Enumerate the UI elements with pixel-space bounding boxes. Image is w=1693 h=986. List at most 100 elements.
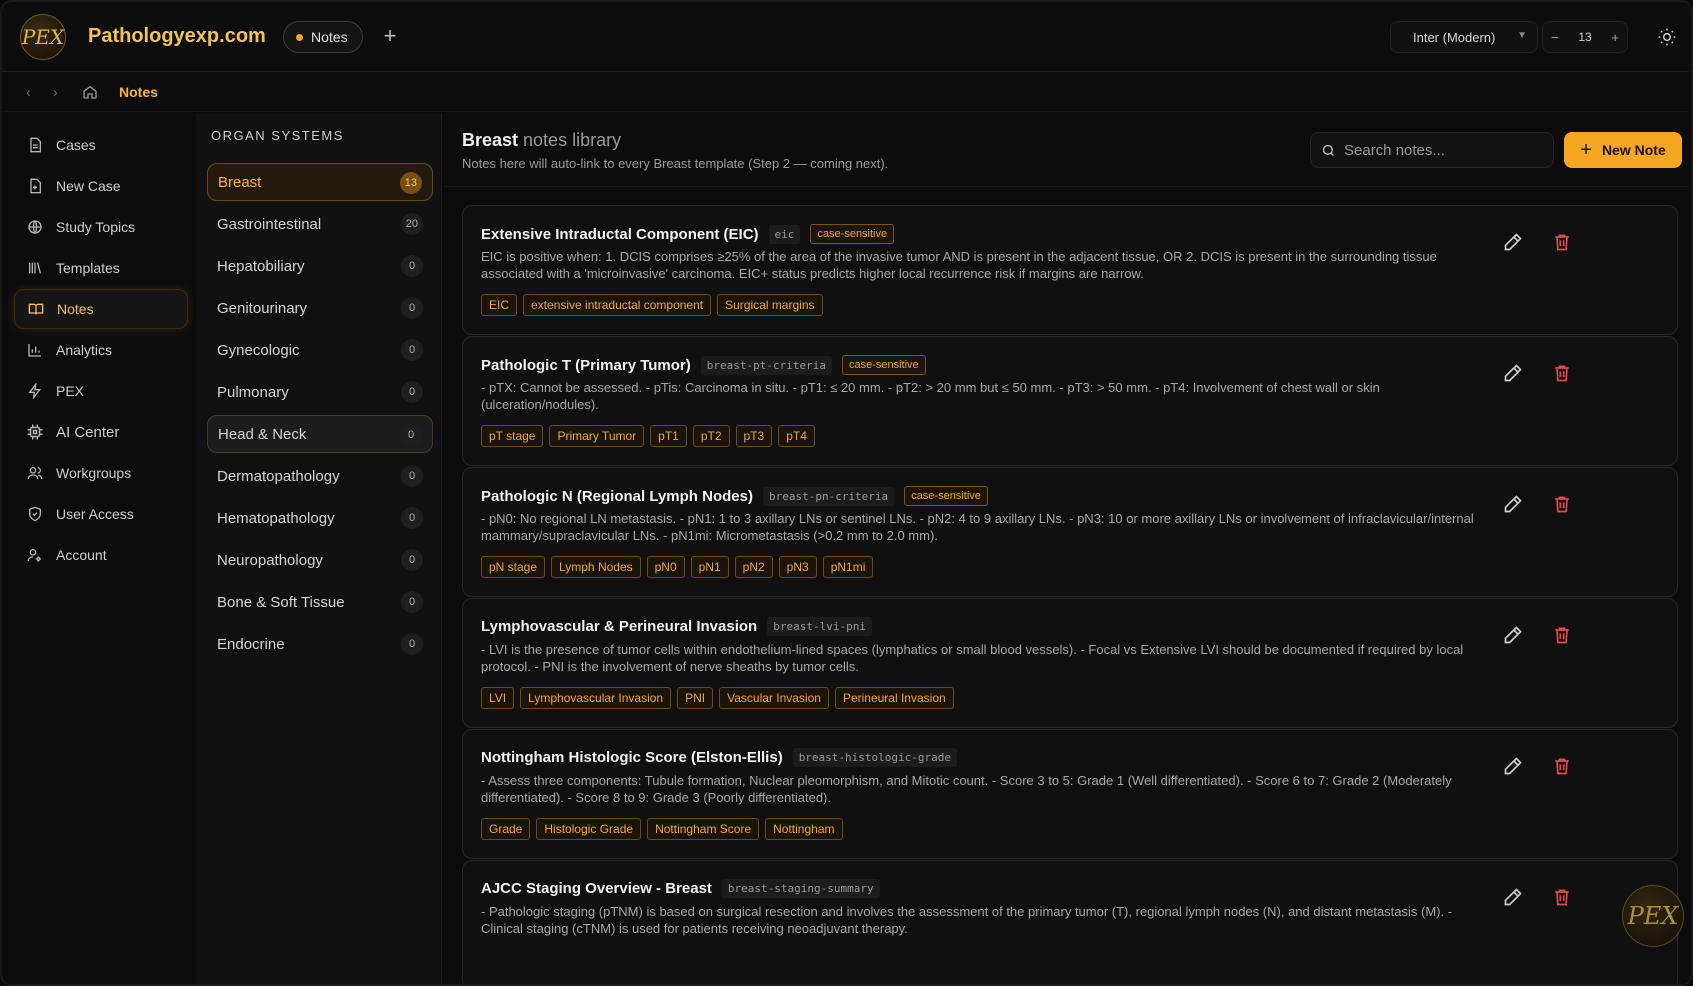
organ-item-breast[interactable]: Breast 13 <box>207 163 433 201</box>
tag[interactable]: Grade <box>481 818 531 840</box>
note-slug: breast-lvi-pni <box>767 617 872 636</box>
notes-main-panel: Breast notes library Notes here will aut… <box>443 113 1691 984</box>
bar-chart-icon <box>26 341 44 359</box>
sidebar-item-pex[interactable]: PEX <box>14 371 188 411</box>
note-card[interactable]: Extensive Intraductal Component (EIC) ei… <box>462 205 1678 335</box>
note-card[interactable]: Nottingham Histologic Score (Elston-Elli… <box>462 729 1678 859</box>
note-card[interactable]: Pathologic T (Primary Tumor) breast-pt-c… <box>462 336 1678 466</box>
sidebar-item-cases[interactable]: Cases <box>14 125 188 165</box>
tag[interactable]: Histologic Grade <box>536 818 642 840</box>
sidebar-item-new-case[interactable]: New Case <box>14 166 188 206</box>
trash-icon[interactable] <box>1552 756 1572 776</box>
pencil-icon[interactable] <box>1503 363 1523 383</box>
organ-item-genitourinary[interactable]: Genitourinary 0 <box>207 289 433 327</box>
organ-item-gynecologic[interactable]: Gynecologic 0 <box>207 331 433 369</box>
note-tags: LVI Lymphovascular Invasion PNI Vascular… <box>481 687 954 709</box>
pencil-icon[interactable] <box>1503 494 1523 514</box>
sidebar-item-analytics[interactable]: Analytics <box>14 330 188 370</box>
font-size-stepper: − 13 + <box>1542 21 1628 53</box>
organ-item-hepatobiliary[interactable]: Hepatobiliary 0 <box>207 247 433 285</box>
organ-item-neuropathology[interactable]: Neuropathology 0 <box>207 541 433 579</box>
organ-item-pulmonary[interactable]: Pulmonary 0 <box>207 373 433 411</box>
tag[interactable]: pN1 <box>690 556 729 578</box>
sidebar-item-user-access[interactable]: User Access <box>14 494 188 534</box>
plus-icon: + <box>1580 139 1592 161</box>
organ-item-dermatopathology[interactable]: Dermatopathology 0 <box>207 457 433 495</box>
tag[interactable]: pT4 <box>778 425 815 447</box>
note-card[interactable]: Pathologic N (Regional Lymph Nodes) brea… <box>462 467 1678 597</box>
tag[interactable]: Surgical margins <box>717 294 823 316</box>
tab-notes[interactable]: Notes <box>283 21 363 53</box>
tag[interactable]: pN2 <box>734 556 773 578</box>
font-size-decrease-button[interactable]: − <box>1551 30 1559 45</box>
shield-icon <box>26 505 44 523</box>
new-note-button[interactable]: + New Note <box>1564 132 1682 168</box>
tag[interactable]: Vascular Invasion <box>719 687 829 709</box>
tag[interactable]: pT3 <box>735 425 773 447</box>
trash-icon[interactable] <box>1552 232 1572 252</box>
tag[interactable]: pN1mi <box>822 556 874 578</box>
add-tab-button[interactable]: + <box>378 24 402 48</box>
sidebar-item-templates[interactable]: Templates <box>14 248 188 288</box>
organ-count-badge: 0 <box>401 591 423 613</box>
sidebar-item-notes[interactable]: Notes <box>14 289 188 329</box>
sidebar-item-account[interactable]: Account <box>14 535 188 575</box>
font-size-increase-button[interactable]: + <box>1611 30 1619 45</box>
tag[interactable]: extensive intraductal component <box>523 294 712 316</box>
forward-arrow-icon[interactable]: › <box>53 84 58 100</box>
tag[interactable]: Lymphovascular Invasion <box>520 687 672 709</box>
back-arrow-icon[interactable]: ‹ <box>26 84 31 100</box>
organ-item-gastrointestinal[interactable]: Gastrointestinal 20 <box>207 205 433 243</box>
trash-icon[interactable] <box>1552 625 1572 645</box>
organ-count-badge: 0 <box>401 297 423 319</box>
organ-label: Bone & Soft Tissue <box>217 593 345 611</box>
note-card[interactable]: AJCC Staging Overview - Breast breast-st… <box>462 860 1678 984</box>
home-icon[interactable] <box>82 84 98 100</box>
organ-item-endocrine[interactable]: Endocrine 0 <box>207 625 433 663</box>
sidebar-item-study-topics[interactable]: Study Topics <box>14 207 188 247</box>
tag[interactable]: Primary Tumor <box>549 425 645 447</box>
pencil-icon[interactable] <box>1503 756 1523 776</box>
organ-item-head-neck[interactable]: Head & Neck 0 <box>207 415 433 453</box>
search-input[interactable] <box>1344 141 1544 159</box>
tag[interactable]: LVI <box>481 687 515 709</box>
tag[interactable]: pT2 <box>692 425 730 447</box>
organ-item-bone-soft-tissue[interactable]: Bone & Soft Tissue 0 <box>207 583 433 621</box>
divider <box>443 186 1691 187</box>
tag[interactable]: PNI <box>677 687 714 709</box>
sidebar-item-workgroups[interactable]: Workgroups <box>14 453 188 493</box>
organ-item-hematopathology[interactable]: Hematopathology 0 <box>207 499 433 537</box>
font-size-value: 13 <box>1578 30 1592 44</box>
pex-logo[interactable]: PEX <box>20 14 66 60</box>
tag[interactable]: pT1 <box>650 425 687 447</box>
tag[interactable]: pT stage <box>481 425 544 447</box>
tag[interactable]: pN stage <box>481 556 546 578</box>
pencil-icon[interactable] <box>1503 887 1523 907</box>
note-card[interactable]: Lymphovascular & Perineural Invasion bre… <box>462 598 1678 728</box>
search-box[interactable] <box>1310 132 1554 168</box>
tag[interactable]: pN0 <box>646 556 685 578</box>
organ-count-badge: 0 <box>401 465 423 487</box>
breadcrumb-current[interactable]: Notes <box>119 84 158 100</box>
tag[interactable]: pN3 <box>778 556 817 578</box>
tag[interactable]: Nottingham <box>765 818 843 840</box>
brand-name[interactable]: Pathologyexp.com <box>88 25 266 48</box>
note-title: Lymphovascular & Perineural Invasion <box>481 618 758 635</box>
tag[interactable]: Lymph Nodes <box>551 556 641 578</box>
organ-label: Head & Neck <box>218 425 307 443</box>
font-family-select[interactable]: Inter (Modern) ▼ <box>1390 21 1538 53</box>
trash-icon[interactable] <box>1552 494 1572 514</box>
theme-toggle-button[interactable] <box>1654 24 1680 50</box>
tag[interactable]: Nottingham Score <box>647 818 760 840</box>
tag[interactable]: EIC <box>481 294 518 316</box>
sidebar-item-ai-center[interactable]: AI Center <box>14 412 188 452</box>
trash-icon[interactable] <box>1552 363 1572 383</box>
chip-icon <box>26 423 44 441</box>
trash-icon[interactable] <box>1552 887 1572 907</box>
note-title: Extensive Intraductal Component (EIC) <box>481 225 759 243</box>
tag[interactable]: Perineural Invasion <box>834 687 954 709</box>
note-slug: breast-pt-criteria <box>700 355 832 375</box>
floating-pex-logo[interactable]: PEX <box>1622 885 1684 947</box>
pencil-icon[interactable] <box>1503 232 1523 252</box>
pencil-icon[interactable] <box>1503 625 1523 645</box>
